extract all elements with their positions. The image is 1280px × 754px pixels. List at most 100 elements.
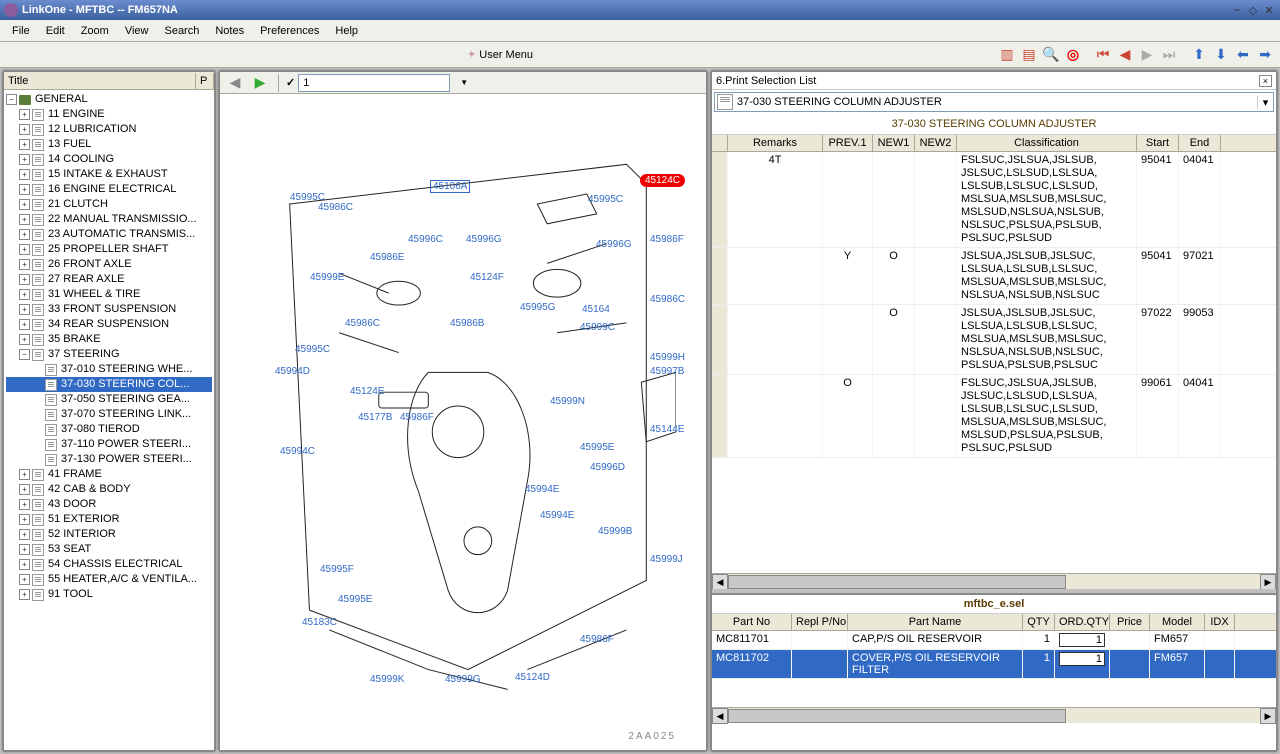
callout-label[interactable]: 45124D [515, 672, 550, 683]
table-row[interactable]: OJSLSUA,JSLSUB,JSLSUC, LSLSUA,LSLSUB,LSL… [712, 305, 1276, 375]
tree-item[interactable]: +34 REAR SUSPENSION [6, 317, 212, 332]
forward-icon[interactable]: ➡ [1255, 45, 1275, 65]
tree-item[interactable]: +43 DOOR [6, 497, 212, 512]
tree-item[interactable]: +33 FRONT SUSPENSION [6, 302, 212, 317]
tree-item[interactable]: 37-030 STEERING COL... [6, 377, 212, 392]
close-icon[interactable]: ✕ [1262, 3, 1276, 17]
menu-help[interactable]: Help [327, 22, 366, 40]
nav-right-icon[interactable]: ▶ [250, 73, 270, 93]
menu-zoom[interactable]: Zoom [73, 22, 117, 40]
tree-item[interactable]: +15 INTAKE & EXHAUST [6, 167, 212, 182]
tree-item[interactable]: +35 BRAKE [6, 332, 212, 347]
col-header[interactable]: ORD.QTY [1055, 614, 1110, 630]
callout-label[interactable]: 45124C [640, 174, 685, 187]
expand-icon[interactable]: + [19, 274, 30, 285]
tree-item[interactable]: 37-050 STEERING GEA... [6, 392, 212, 407]
tree-item[interactable]: 37-070 STEERING LINK... [6, 407, 212, 422]
expand-icon[interactable]: + [19, 154, 30, 165]
expand-icon[interactable]: + [19, 139, 30, 150]
expand-icon[interactable]: + [19, 334, 30, 345]
maximize-icon[interactable]: ◇ [1246, 3, 1260, 17]
selection-body[interactable]: MC811701CAP,P/S OIL RESERVOIR11FM657MC81… [712, 631, 1276, 707]
col-header[interactable]: PREV.1 [823, 135, 873, 151]
col-header[interactable]: NEW1 [873, 135, 915, 151]
tree-item[interactable]: +14 COOLING [6, 152, 212, 167]
expand-icon[interactable]: + [19, 289, 30, 300]
expand-icon[interactable]: + [19, 229, 30, 240]
col-header[interactable]: Model [1150, 614, 1205, 630]
callout-label[interactable]: 45999H [650, 352, 685, 363]
col-header[interactable]: Part No [712, 614, 792, 630]
callout-label[interactable]: 45995F [320, 564, 354, 575]
menu-view[interactable]: View [117, 22, 157, 40]
callout-label[interactable]: 45144E [650, 424, 684, 435]
callout-label[interactable]: 45995E [580, 442, 614, 453]
scroll-right-icon[interactable]: ▶ [1260, 574, 1276, 589]
tree-item[interactable]: +12 LUBRICATION [6, 122, 212, 137]
callout-label[interactable]: 45994E [525, 484, 559, 495]
table-row[interactable]: MC811702COVER,P/S OIL RESERVOIR FILTER11… [712, 650, 1276, 679]
callout-label[interactable]: 45999N [550, 396, 585, 407]
tree-header-title[interactable]: Title [4, 73, 196, 89]
callout-label[interactable]: 45986F [580, 634, 614, 645]
callout-label[interactable]: 45999B [598, 526, 632, 537]
col-header[interactable]: Classification [957, 135, 1137, 151]
search-icon[interactable]: 🔍 [1041, 45, 1061, 65]
callout-label[interactable]: 45994C [280, 446, 315, 457]
callout-label[interactable]: 45995C [295, 344, 330, 355]
tree-item[interactable]: +52 INTERIOR [6, 527, 212, 542]
tree[interactable]: −GENERAL+11 ENGINE+12 LUBRICATION+13 FUE… [4, 90, 214, 750]
tree-item[interactable]: +91 TOOL [6, 587, 212, 602]
h-scrollbar[interactable]: ◀ ▶ [712, 573, 1276, 589]
expand-icon[interactable]: + [19, 589, 30, 600]
tree-item[interactable]: +21 CLUTCH [6, 197, 212, 212]
col-header[interactable] [712, 135, 728, 151]
tree-header-p[interactable]: P [196, 73, 214, 89]
expand-icon[interactable]: + [19, 559, 30, 570]
expand-icon[interactable]: + [19, 244, 30, 255]
col-header[interactable]: Repl P/No [792, 614, 848, 630]
scroll-left-icon[interactable]: ◀ [712, 574, 728, 589]
scroll-thumb[interactable] [728, 575, 1066, 589]
callout-label[interactable]: 45986C [650, 294, 685, 305]
x-icon[interactable]: × [1259, 75, 1272, 87]
menu-edit[interactable]: Edit [38, 22, 73, 40]
expand-icon[interactable]: + [19, 124, 30, 135]
expand-icon[interactable]: + [19, 319, 30, 330]
dropdown-icon[interactable]: ▼ [454, 73, 474, 93]
h-scrollbar-2[interactable]: ◀ ▶ [712, 707, 1276, 723]
expand-icon[interactable]: + [19, 214, 30, 225]
tree-item[interactable]: +16 ENGINE ELECTRICAL [6, 182, 212, 197]
table-row[interactable]: YOJSLSUA,JSLSUB,JSLSUC, LSLSUA,LSLSUB,LS… [712, 248, 1276, 305]
tree-item[interactable]: +27 REAR AXLE [6, 272, 212, 287]
tree-item[interactable]: 37-110 POWER STEERI... [6, 437, 212, 452]
callout-label[interactable]: 45994E [540, 510, 574, 521]
tree-item[interactable]: +25 PROPELLER SHAFT [6, 242, 212, 257]
page-input[interactable] [298, 74, 450, 92]
back-icon[interactable]: ⬅ [1233, 45, 1253, 65]
print-selection-label[interactable]: 6.Print Selection List × [712, 72, 1276, 90]
menu-preferences[interactable]: Preferences [252, 22, 327, 40]
callout-label[interactable]: 45124F [470, 272, 504, 283]
expand-icon[interactable]: + [19, 529, 30, 540]
tree-item[interactable]: −37 STEERING [6, 347, 212, 362]
col-header[interactable]: Price [1110, 614, 1150, 630]
callout-label[interactable]: 45986B [450, 318, 484, 329]
expand-icon[interactable]: + [19, 304, 30, 315]
expand-icon[interactable]: + [19, 184, 30, 195]
callout-label[interactable]: 45986C [318, 202, 353, 213]
menu-notes[interactable]: Notes [207, 22, 252, 40]
tree-item[interactable]: −GENERAL [6, 92, 212, 107]
callout-label[interactable]: 45996G [466, 234, 502, 245]
expand-icon[interactable]: + [19, 109, 30, 120]
callout-label[interactable]: 45986C [345, 318, 380, 329]
grid-body[interactable]: 4TFSLSUC,JSLSUA,JSLSUB, JSLSUC,LSLSUD,LS… [712, 152, 1276, 573]
callout-label[interactable]: 45995C [588, 194, 623, 205]
collapse-icon[interactable]: − [19, 349, 30, 360]
tree-item[interactable]: +53 SEAT [6, 542, 212, 557]
tree-item[interactable]: 37-010 STEERING WHE... [6, 362, 212, 377]
tree-item[interactable]: +23 AUTOMATIC TRANSMIS... [6, 227, 212, 242]
col-header[interactable]: Part Name [848, 614, 1023, 630]
prev-icon[interactable]: ◀ [1115, 45, 1135, 65]
callout-label[interactable]: 45996D [590, 462, 625, 473]
